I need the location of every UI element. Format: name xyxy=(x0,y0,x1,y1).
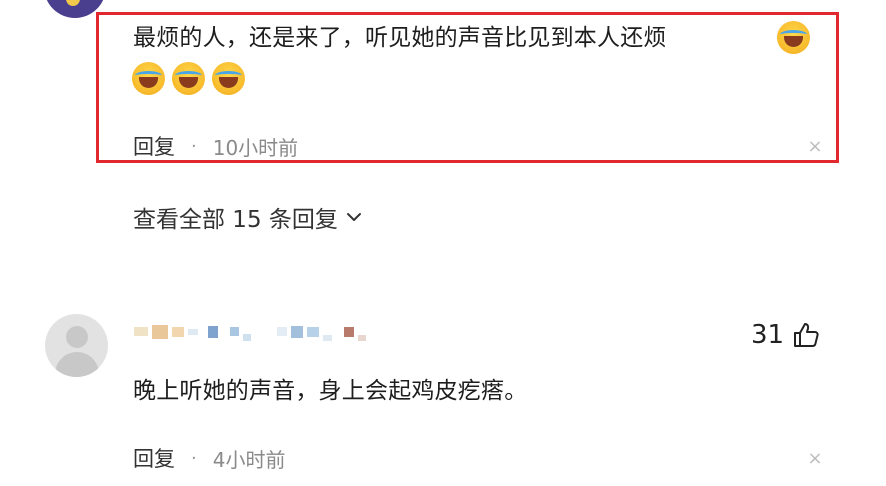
avatar-emoji-icon xyxy=(66,0,80,6)
reply-button[interactable]: 回复 xyxy=(133,131,175,161)
thumbs-up-icon xyxy=(794,323,819,347)
like-button[interactable]: 31 xyxy=(751,320,820,350)
comment-text: 晚上听她的声音，身上会起鸡皮疙瘩。 xyxy=(133,378,528,404)
emoji-row xyxy=(132,62,245,95)
laugh-cry-icon xyxy=(212,62,245,95)
laugh-cry-icon xyxy=(172,62,205,95)
meta-separator: · xyxy=(191,447,197,469)
comment-meta: 回复 · 10小时前 xyxy=(133,131,298,161)
meta-separator: · xyxy=(191,135,197,157)
timestamp: 4小时前 xyxy=(212,447,286,472)
view-all-label: 查看全部 15 条回复 xyxy=(133,207,338,233)
chevron-down-icon xyxy=(346,213,361,221)
laugh-cry-icon xyxy=(777,21,810,54)
reply-button[interactable]: 回复 xyxy=(133,443,175,473)
close-icon[interactable]: × xyxy=(807,138,823,156)
view-all-replies-button[interactable]: 查看全部 15 条回复 xyxy=(133,200,364,234)
timestamp: 10小时前 xyxy=(212,135,299,160)
avatar-body-icon xyxy=(55,352,99,377)
comment-meta: 回复 · 4小时前 xyxy=(133,443,285,473)
avatar-head-icon xyxy=(66,326,88,348)
comment-text: 最烦的人，还是来了，听见她的声音比见到本人还烦 xyxy=(133,25,667,51)
laugh-cry-icon xyxy=(132,62,165,95)
like-count: 31 xyxy=(751,320,785,350)
avatar[interactable] xyxy=(45,314,108,377)
username-blurred[interactable] xyxy=(134,322,366,341)
close-icon[interactable]: × xyxy=(807,450,823,468)
